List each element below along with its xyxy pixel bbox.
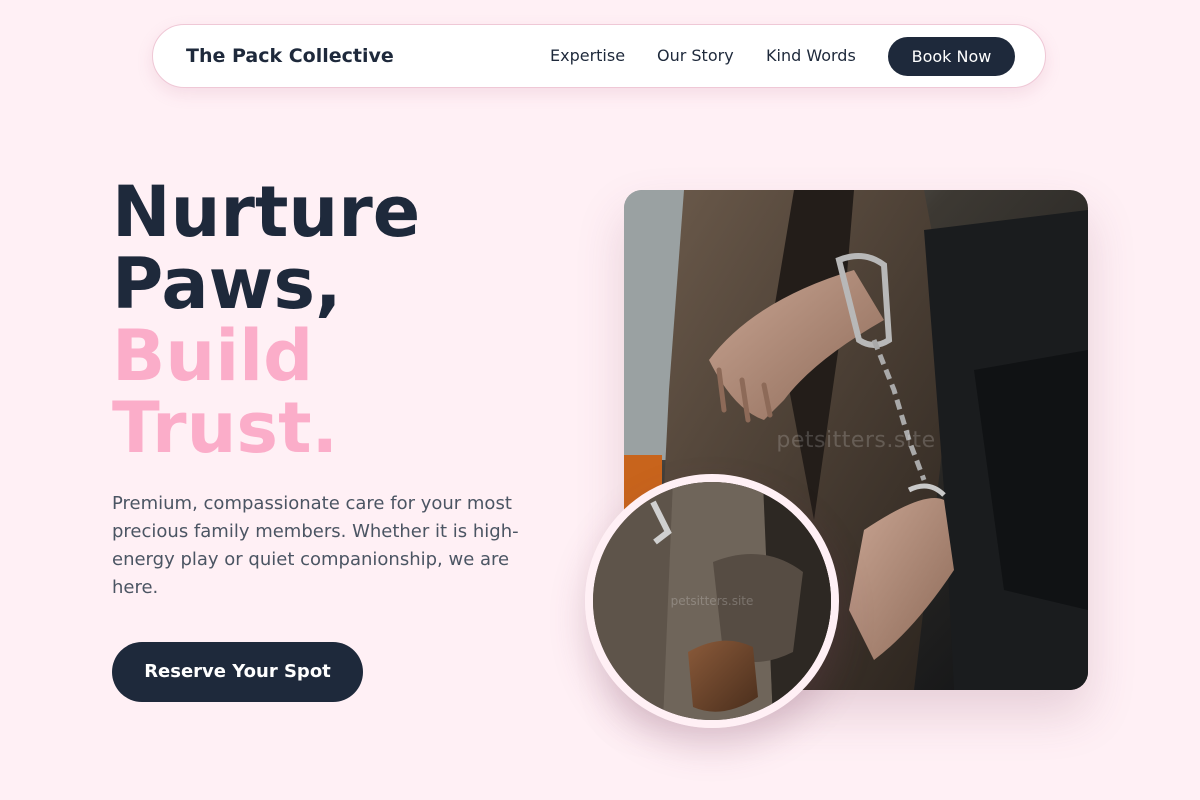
main-photo-watermark: petsitters.site: [776, 428, 936, 453]
hero-circle-photo: petsitters.site: [585, 474, 839, 728]
hero-headline: Nurture Paws, Build Trust.: [112, 176, 420, 464]
top-navigation: The Pack Collective Expertise Our Story …: [152, 24, 1046, 88]
reserve-spot-button[interactable]: Reserve Your Spot: [112, 642, 363, 702]
headline-line-1: Nurture: [112, 171, 421, 253]
book-now-button[interactable]: Book Now: [888, 37, 1015, 76]
circle-photo-watermark: petsitters.site: [670, 594, 754, 608]
nav-link-our-story[interactable]: Our Story: [657, 25, 734, 87]
headline-accent-line-2: Trust.: [112, 387, 339, 469]
headline-accent-line-1: Build: [112, 315, 314, 397]
nav-link-expertise[interactable]: Expertise: [550, 25, 625, 87]
hero-description: Premium, compassionate care for your mos…: [112, 493, 519, 598]
nav-link-kind-words[interactable]: Kind Words: [766, 25, 856, 87]
brand-logo-text[interactable]: The Pack Collective: [186, 25, 394, 87]
headline-line-2: Paws,: [112, 243, 342, 325]
